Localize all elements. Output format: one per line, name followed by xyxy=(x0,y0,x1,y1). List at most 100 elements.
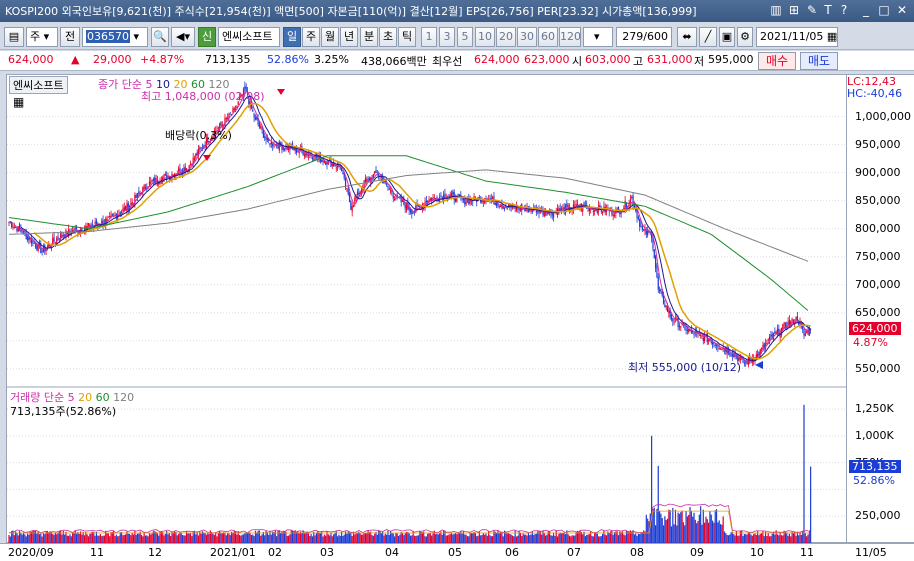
volume-bar xyxy=(468,536,470,543)
tab-week[interactable]: 주 xyxy=(302,27,320,47)
volume-bar xyxy=(375,531,377,543)
candle-body xyxy=(799,322,801,324)
interval-10[interactable]: 10 xyxy=(475,27,495,47)
candle-body xyxy=(714,344,716,346)
candle-body xyxy=(233,107,235,111)
minimize-icon[interactable]: _ xyxy=(858,2,874,18)
volume-bar xyxy=(444,530,446,543)
settings-icon[interactable]: ⚙ xyxy=(737,27,753,47)
candle-body xyxy=(26,236,29,241)
volume-bar xyxy=(612,534,614,543)
volume-bar xyxy=(754,533,756,543)
candle-body xyxy=(482,201,484,203)
chart-area[interactable]: 엔씨소프트 종가 단순 5 10 20 60 120 ▦ 최고 1,048,00… xyxy=(6,74,848,544)
text-icon[interactable]: T xyxy=(820,2,836,18)
candle-body xyxy=(432,198,434,200)
volume-bar xyxy=(119,532,121,543)
volume-bar xyxy=(484,534,486,543)
tab-tick[interactable]: 틱 xyxy=(398,27,416,47)
chart-canvas[interactable] xyxy=(7,75,848,544)
volume-bar xyxy=(546,534,548,543)
search-icon[interactable]: 🔍 xyxy=(151,27,169,47)
volume-bar xyxy=(794,531,796,543)
volume-bar xyxy=(147,536,149,543)
volume-value: 713,135 xyxy=(205,53,251,66)
volume-bar xyxy=(714,510,716,543)
stock-code-input[interactable]: 036570 ▾ xyxy=(82,27,148,47)
count-display[interactable]: 279/600 xyxy=(616,27,672,47)
candle-body xyxy=(57,236,59,239)
interval-20[interactable]: 20 xyxy=(496,27,516,47)
volume-bar xyxy=(704,522,706,543)
volume-bar xyxy=(376,534,378,543)
interval-30[interactable]: 30 xyxy=(517,27,537,47)
volume-bar xyxy=(216,536,218,543)
volume-bar xyxy=(661,518,663,543)
candle-body xyxy=(12,227,14,229)
zoom-icon[interactable]: ⬌ xyxy=(677,27,697,47)
volume-bar xyxy=(130,535,132,543)
interval-custom-select[interactable]: ▾ xyxy=(583,27,613,47)
volume-bar xyxy=(697,520,699,543)
candle-body xyxy=(107,216,109,218)
candle-body xyxy=(639,218,641,227)
tab-month[interactable]: 월 xyxy=(321,27,339,47)
candle-body xyxy=(229,113,231,115)
save-icon[interactable]: ▣ xyxy=(719,27,735,47)
tab-second[interactable]: 초 xyxy=(379,27,397,47)
volume-bar xyxy=(518,530,520,543)
volume-bar xyxy=(436,533,438,543)
volume-bar xyxy=(168,533,170,543)
volume-bar xyxy=(620,532,622,543)
speaker-icon[interactable]: ◀▾ xyxy=(171,27,195,47)
new-listing-button[interactable]: 신 xyxy=(198,27,216,47)
volume-bar xyxy=(567,534,569,543)
price-tick-label: 800,000 xyxy=(855,221,901,235)
volume-bar xyxy=(193,530,196,543)
chart-options-icon[interactable]: ▦ xyxy=(13,95,24,109)
help-icon[interactable]: ? xyxy=(836,2,852,18)
candle-body xyxy=(559,208,561,211)
interval-3[interactable]: 3 xyxy=(439,27,455,47)
split-window-icon[interactable]: ▥ xyxy=(768,2,784,18)
volume-bar xyxy=(379,530,381,543)
candle-body xyxy=(494,202,496,205)
interval-5[interactable]: 5 xyxy=(457,27,473,47)
buy-button[interactable]: 매수 xyxy=(758,52,796,70)
x-tick-label: 05 xyxy=(448,546,462,559)
volume-bar xyxy=(684,525,686,543)
candle-body xyxy=(481,200,483,204)
interval-1[interactable]: 1 xyxy=(421,27,437,47)
pin-icon[interactable]: ✎ xyxy=(804,2,820,18)
volume-bar xyxy=(121,532,123,543)
candle-body xyxy=(763,343,765,348)
volume-bar xyxy=(241,534,243,543)
line-tool-icon[interactable]: ╱ xyxy=(699,27,717,47)
volume-bar xyxy=(48,533,50,543)
grid-icon[interactable]: ⊞ xyxy=(786,2,802,18)
interval-60[interactable]: 60 xyxy=(538,27,558,47)
tab-minute[interactable]: 분 xyxy=(360,27,378,47)
maximize-icon[interactable]: □ xyxy=(876,2,892,18)
volume-bar xyxy=(787,535,789,543)
mode-button[interactable]: 전 xyxy=(60,27,80,47)
volume-bar xyxy=(602,533,604,543)
sell-button[interactable]: 매도 xyxy=(800,52,838,70)
close-icon[interactable]: ✕ xyxy=(894,2,910,18)
volume-bar xyxy=(85,531,87,543)
volume-bar xyxy=(713,522,715,543)
tab-day[interactable]: 일 xyxy=(283,27,301,47)
candle-body xyxy=(352,204,355,208)
volume-bar xyxy=(595,533,597,543)
candle-body xyxy=(17,226,19,232)
volume-bar xyxy=(653,507,655,543)
date-input[interactable]: 2021/11/05 ▦ xyxy=(756,27,838,47)
price-change: 29,000 xyxy=(93,53,132,66)
volume-bar xyxy=(391,532,393,543)
volume-bar xyxy=(28,534,30,543)
tab-year[interactable]: 년 xyxy=(340,27,358,47)
period-select[interactable]: 주 ▾ xyxy=(26,27,58,47)
volume-bar xyxy=(800,534,802,543)
interval-120[interactable]: 120 xyxy=(559,27,581,47)
chart-menu-icon[interactable]: ▤ xyxy=(4,27,24,47)
